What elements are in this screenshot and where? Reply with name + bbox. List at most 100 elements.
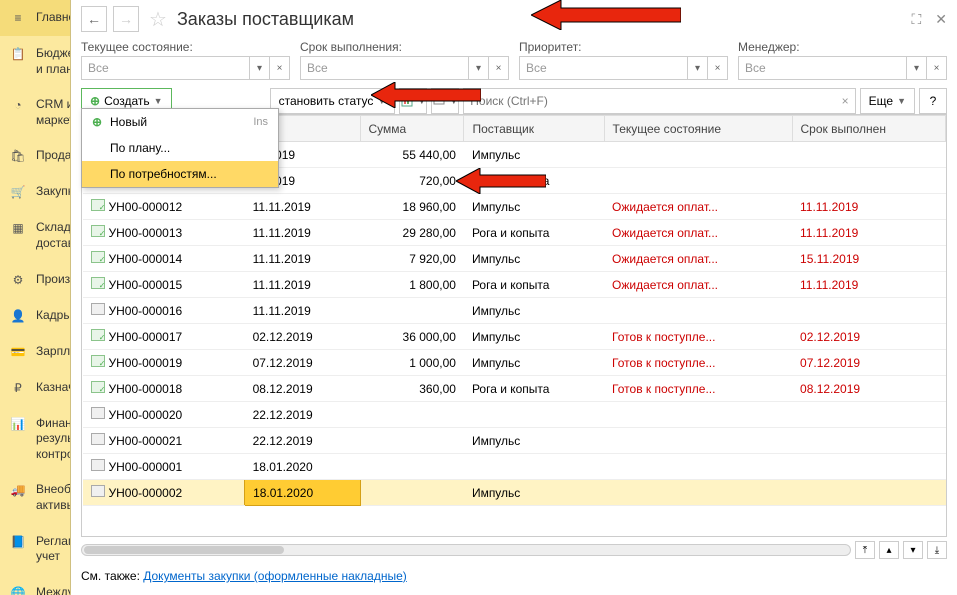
sidebar-item-11[interactable]: 🚚Внеоборотные активы [0, 472, 70, 523]
bag-icon: 🛍 [10, 148, 26, 164]
more-button[interactable]: Еще ▼ [860, 88, 915, 114]
search-clear[interactable]: × [842, 94, 849, 108]
plus-icon: ⊕ [90, 94, 100, 108]
search-box[interactable]: × [463, 88, 855, 114]
dropdown-item-2[interactable]: По потребностям... [82, 161, 278, 187]
status-icon [91, 199, 105, 211]
table-row[interactable]: УН00-00001511.11.20191 800,00Рога и копы… [83, 272, 946, 298]
ruble-icon: ₽ [10, 380, 26, 396]
scroll-top-button[interactable]: ⤒ [855, 541, 875, 559]
sidebar-item-4[interactable]: 🛒Закупки [0, 174, 70, 210]
filter-state-clear[interactable]: × [270, 56, 290, 80]
sidebar-item-8[interactable]: 💳 Зарплата [0, 334, 70, 370]
col-header-5[interactable]: Срок выполнен [792, 116, 945, 142]
dropdown-item-0[interactable]: ⊕НовыйIns [82, 109, 278, 135]
close-icon[interactable]: ✕ [935, 11, 947, 28]
filter-due-clear[interactable]: × [489, 56, 509, 80]
chevron-down-icon: ▼ [154, 96, 163, 106]
scroll-down-button[interactable]: ▾ [903, 541, 923, 559]
sidebar-item-3[interactable]: 🛍 Продажи [0, 138, 70, 174]
filter-manager-input[interactable] [738, 56, 907, 80]
h-scrollbar[interactable] [81, 544, 851, 556]
chart-icon: 📊 [10, 416, 26, 432]
annotation-arrow-create [371, 82, 481, 108]
filter-priority-clear[interactable]: × [708, 56, 728, 80]
annotation-arrow-title [531, 0, 681, 30]
sidebar: ≡Главное📋Бюджетирование и планирование◔C… [0, 0, 71, 595]
sidebar-item-label: Международный финансовый учет [36, 585, 71, 595]
sidebar-item-12[interactable]: 📘 Регламентированный учет [0, 524, 70, 575]
card-icon: 💳 [10, 344, 26, 360]
filter-due-input[interactable] [300, 56, 469, 80]
sidebar-item-label: Внеоборотные активы [36, 482, 71, 513]
sidebar-item-2[interactable]: ◔CRM и маркетинг [0, 87, 70, 138]
col-header-4[interactable]: Текущее состояние [604, 116, 792, 142]
table-row[interactable]: УН00-00001611.11.2019Импульс [83, 298, 946, 324]
filter-priority-input[interactable] [519, 56, 688, 80]
col-header-2[interactable]: Сумма [360, 116, 464, 142]
table-footer: ⤒ ▴ ▾ ⤓ [81, 537, 947, 563]
create-dropdown-menu: ⊕НовыйInsПо плану...По потребностям... [81, 108, 279, 188]
sidebar-item-label: Продажи [36, 148, 71, 164]
status-icon [91, 407, 105, 419]
table-row[interactable]: УН00-00001702.12.201936 000,00ИмпульсГот… [83, 324, 946, 350]
sidebar-item-label: Склад и доставка [36, 220, 71, 251]
filters-row: Текущее состояние: ▾ × Срок выполнения: … [81, 40, 947, 80]
sidebar-item-5[interactable]: ▦Склад и доставка [0, 210, 70, 261]
annotation-arrow-item [456, 168, 546, 194]
sidebar-item-label: CRM и маркетинг [36, 97, 71, 128]
table-row[interactable]: УН00-00000118.01.2020 [83, 454, 946, 480]
table-row[interactable]: УН00-00001211.11.201918 960,00ИмпульсОжи… [83, 194, 946, 220]
sidebar-item-label: Зарплата [36, 344, 71, 360]
scroll-bottom-button[interactable]: ⤓ [927, 541, 947, 559]
scroll-up-button[interactable]: ▴ [879, 541, 899, 559]
sidebar-item-label: Регламентированный учет [36, 534, 71, 565]
book-icon: 📘 [10, 534, 26, 550]
see-also-link[interactable]: Документы закупки (оформленные накладные… [143, 569, 407, 583]
filter-priority-dropdown[interactable]: ▾ [688, 56, 708, 80]
status-icon [91, 433, 105, 445]
favorite-star-icon[interactable]: ☆ [149, 7, 167, 32]
filter-manager: Менеджер: ▾ × [738, 40, 947, 80]
col-header-3[interactable]: Поставщик [464, 116, 604, 142]
filter-due: Срок выполнения: ▾ × [300, 40, 509, 80]
filter-manager-dropdown[interactable]: ▾ [907, 56, 927, 80]
status-icon [91, 277, 105, 289]
status-icon [91, 251, 105, 263]
sidebar-item-1[interactable]: 📋Бюджетирование и планирование [0, 36, 70, 87]
nav-forward-button[interactable]: → [113, 6, 139, 32]
sidebar-item-6[interactable]: ⚙Производство [0, 262, 70, 298]
filter-state: Текущее состояние: ▾ × [81, 40, 290, 80]
filter-state-dropdown[interactable]: ▾ [250, 56, 270, 80]
sidebar-item-10[interactable]: 📊Финансовый результат и контроллинг [0, 406, 70, 473]
sidebar-item-0[interactable]: ≡Главное [0, 0, 70, 36]
plus-icon: ⊕ [92, 115, 110, 129]
person-icon: 👤 [10, 308, 26, 324]
sidebar-item-7[interactable]: 👤 Кадры [0, 298, 70, 334]
sidebar-item-13[interactable]: 🌐Международный финансовый учет [0, 575, 70, 595]
filter-state-input[interactable] [81, 56, 250, 80]
clipboard-icon: 📋 [10, 46, 26, 62]
filter-priority: Приоритет: ▾ × [519, 40, 728, 80]
see-also: См. также: Документы закупки (оформленны… [81, 563, 947, 589]
table-row[interactable]: УН00-00001907.12.20191 000,00ИмпульсГото… [83, 350, 946, 376]
filter-due-dropdown[interactable]: ▾ [469, 56, 489, 80]
sidebar-item-9[interactable]: ₽Казначейство [0, 370, 70, 406]
table-row[interactable]: УН00-00000218.01.2020Импульс [83, 480, 946, 506]
dropdown-item-1[interactable]: По плану... [82, 135, 278, 161]
table-row[interactable]: УН00-00002122.12.2019Импульс [83, 428, 946, 454]
link-icon[interactable]: ⛶ [911, 11, 921, 28]
status-icon [91, 381, 105, 393]
status-icon [91, 459, 105, 471]
help-button[interactable]: ? [919, 88, 947, 114]
main-area: ← → ☆ Заказы поставщикам ⛶ ✕ Текущее сос… [71, 0, 957, 595]
table-row[interactable]: УН00-00001311.11.201929 280,00Рога и коп… [83, 220, 946, 246]
gear-icon: ⚙ [10, 272, 26, 288]
search-input[interactable] [470, 94, 837, 108]
table-row[interactable]: УН00-00002022.12.2019 [83, 402, 946, 428]
table-row[interactable]: УН00-00001808.12.2019360,00Рога и копыта… [83, 376, 946, 402]
table-row[interactable]: УН00-00001411.11.20197 920,00ИмпульсОжид… [83, 246, 946, 272]
filter-manager-clear[interactable]: × [927, 56, 947, 80]
sidebar-item-label: Кадры [36, 308, 71, 324]
nav-back-button[interactable]: ← [81, 6, 107, 32]
